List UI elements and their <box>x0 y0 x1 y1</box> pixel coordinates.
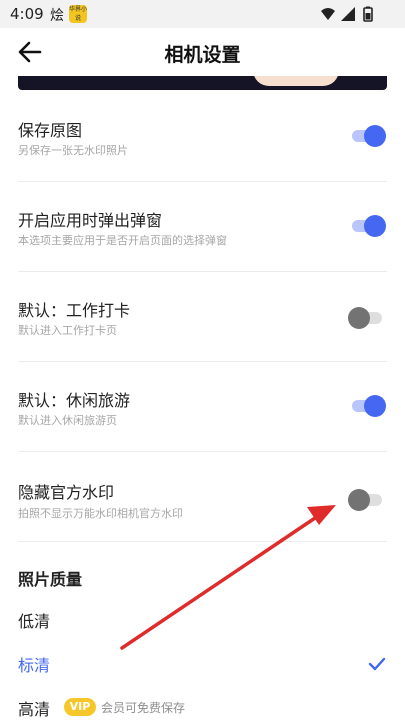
quality-label: 高清 <box>18 700 51 719</box>
quality-label: 低清 <box>18 612 51 631</box>
notification-icon: 烩 <box>50 8 64 24</box>
signal-icon <box>341 7 355 21</box>
setting-title: 隐藏官方水印 <box>18 483 115 502</box>
banner-image[interactable] <box>18 76 387 90</box>
setting-row-save-original: 保存原图 另保存一张无水印照片 <box>18 92 387 182</box>
setting-row-popup-on-launch: 开启应用时弹出弹窗 本选项主要应用于是否开启页面的选择弹窗 <box>18 182 387 272</box>
photo-quality-heading: 照片质量 <box>18 570 83 589</box>
setting-row-default-work: 默认：工作打卡 默认进入工作打卡页 <box>18 272 387 362</box>
banner-decoration <box>253 76 339 86</box>
page-title: 相机设置 <box>164 44 241 66</box>
app-notification-icon: 华界小说 <box>69 5 88 23</box>
popup-on-launch-toggle[interactable] <box>350 213 386 239</box>
setting-subtitle: 默认进入休闲旅游页 <box>18 414 117 427</box>
status-icons <box>321 6 373 22</box>
setting-subtitle: 另保存一张无水印照片 <box>18 144 128 157</box>
wifi-icon <box>321 8 335 20</box>
default-travel-toggle[interactable] <box>350 393 386 419</box>
setting-title: 开启应用时弹出弹窗 <box>18 211 163 230</box>
vip-note: 会员可免费保存 <box>101 701 186 715</box>
setting-row-default-travel: 默认：休闲旅游 默认进入休闲旅游页 <box>18 362 387 452</box>
status-time: 4:09 <box>10 5 44 23</box>
quality-option-standard[interactable]: 标清 <box>18 646 387 682</box>
status-bar: 4:09 烩 华界小说 <box>0 0 405 28</box>
save-original-toggle[interactable] <box>350 123 386 149</box>
default-work-toggle[interactable] <box>348 305 384 331</box>
setting-subtitle: 默认进入工作打卡页 <box>18 324 117 337</box>
quality-option-low[interactable]: 低清 <box>18 602 387 638</box>
setting-title: 默认：休闲旅游 <box>18 391 131 410</box>
app-header: 相机设置 <box>0 28 405 76</box>
quality-option-high[interactable]: 高清 VIP 会员可免费保存 <box>18 690 387 720</box>
quality-label: 标清 <box>18 656 51 675</box>
checkmark-icon <box>368 657 386 671</box>
setting-title: 默认：工作打卡 <box>18 301 131 320</box>
battery-icon <box>363 6 373 22</box>
setting-subtitle: 拍照不显示万能水印相机官方水印 <box>18 507 183 520</box>
vip-badge: VIP <box>64 698 96 716</box>
setting-row-hide-watermark: 隐藏官方水印 拍照不显示万能水印相机官方水印 <box>18 452 387 542</box>
setting-title: 保存原图 <box>18 121 83 140</box>
hide-watermark-toggle[interactable] <box>348 487 384 513</box>
setting-subtitle: 本选项主要应用于是否开启页面的选择弹窗 <box>18 234 227 247</box>
